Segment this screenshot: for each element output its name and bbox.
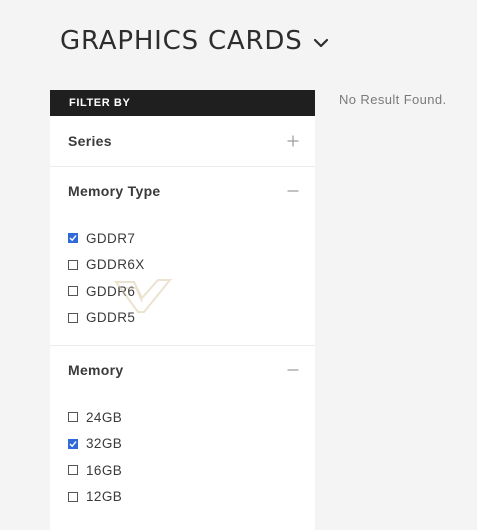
option-label: GDDR6X [86, 257, 145, 273]
no-result-message: No Result Found. [339, 92, 447, 107]
option-gddr7[interactable]: GDDR7 [68, 225, 315, 252]
option-label: 16GB [86, 462, 123, 478]
filter-group-title: Memory [68, 362, 124, 378]
option-label: GDDR6 [86, 283, 136, 299]
option-24gb[interactable]: 24GB [68, 404, 315, 431]
page-title: GRAPHICS CARDS [60, 26, 303, 56]
checkbox-unchecked[interactable] [68, 465, 78, 476]
filter-group-memory-toggle[interactable]: Memory [50, 346, 315, 394]
checkbox-unchecked[interactable] [68, 412, 78, 423]
memory-type-options: GDDR7 GDDR6X GDDR6 GDDR5 [50, 215, 315, 345]
option-16gb[interactable]: 16GB [68, 457, 315, 484]
chevron-down-icon[interactable] [313, 38, 329, 48]
checkbox-unchecked[interactable] [68, 259, 78, 270]
category-dropdown[interactable]: GRAPHICS CARDS [60, 24, 329, 58]
plus-icon[interactable] [287, 135, 299, 147]
filter-group-memory-type: Memory Type GDDR7 GDDR6X GDDR6 GDDR5 [50, 167, 315, 346]
filter-group-title: Series [68, 133, 112, 149]
option-gddr6[interactable]: GDDR6 [68, 278, 315, 305]
filter-group-title: Memory Type [68, 183, 161, 199]
checkbox-unchecked[interactable] [68, 312, 78, 323]
option-label: GDDR5 [86, 310, 136, 326]
option-label: 24GB [86, 409, 123, 425]
option-label: 12GB [86, 489, 123, 505]
option-gddr5[interactable]: GDDR5 [68, 305, 315, 332]
filter-group-series-toggle[interactable]: Series [50, 116, 315, 166]
checkbox-checked[interactable] [68, 438, 78, 449]
minus-icon[interactable] [287, 364, 299, 376]
option-label: 32GB [86, 436, 123, 452]
checkbox-unchecked[interactable] [68, 491, 78, 502]
filter-group-memory-type-toggle[interactable]: Memory Type [50, 167, 315, 215]
memory-options: 24GB 32GB 16GB 12GB [50, 394, 315, 524]
filter-group-memory: Memory 24GB 32GB 16GB 12GB [50, 346, 315, 524]
filter-by-header: FILTER BY [50, 90, 315, 116]
filter-sidebar: FILTER BY Series Memory Type GDDR7 GDDR6… [50, 90, 315, 530]
option-label: GDDR7 [86, 230, 136, 246]
checkbox-checked[interactable] [68, 233, 78, 244]
filter-group-series: Series [50, 116, 315, 167]
option-gddr6x[interactable]: GDDR6X [68, 252, 315, 279]
minus-icon[interactable] [287, 185, 299, 197]
checkbox-unchecked[interactable] [68, 286, 78, 297]
option-12gb[interactable]: 12GB [68, 484, 315, 511]
option-32gb[interactable]: 32GB [68, 431, 315, 458]
